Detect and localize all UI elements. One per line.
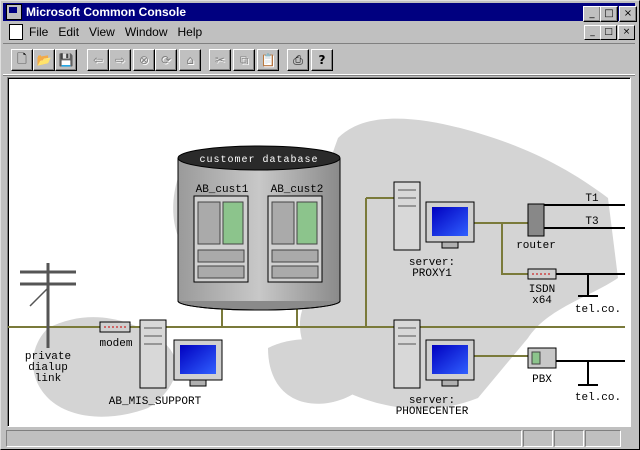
monitor-icon[interactable]: [425, 339, 475, 387]
new-button[interactable]: 🗋: [11, 49, 33, 71]
rack-server-icon[interactable]: [267, 195, 323, 283]
scissors-icon: ✂: [214, 53, 226, 67]
forward-button[interactable]: ⇨: [109, 49, 131, 71]
router-label: router: [516, 240, 556, 252]
title-bar[interactable]: Microsoft Common Console: [3, 3, 635, 21]
isdn-speed-label: x64: [532, 295, 552, 307]
private-link-label: link: [35, 373, 62, 385]
help-button[interactable]: ?: [311, 49, 333, 71]
maximize-button[interactable]: □: [600, 6, 618, 22]
tower-server-icon[interactable]: [393, 319, 421, 389]
home-button[interactable]: ⌂: [179, 49, 201, 71]
status-bar: [3, 429, 635, 447]
menu-edit[interactable]: Edit: [58, 25, 79, 39]
folder-icon: 📂: [36, 53, 52, 67]
modem-icon[interactable]: [99, 321, 131, 333]
stop-button[interactable]: ⊗: [133, 49, 155, 71]
forward-arrow-icon: ⇨: [114, 53, 126, 67]
monitor-icon[interactable]: [425, 201, 475, 249]
tower-server-icon[interactable]: [393, 181, 421, 251]
telco-label: tel.co.: [575, 392, 621, 404]
server-ab-cust1-label: AB_cust1: [196, 184, 249, 196]
document-icon[interactable]: [9, 24, 23, 40]
phonecenter-name-label: PHONECENTER: [396, 406, 469, 418]
monitor-icon[interactable]: [173, 339, 223, 387]
database-label: customer database: [199, 154, 318, 166]
mdi-minimize-button[interactable]: _: [584, 25, 601, 40]
print-button[interactable]: ⎙: [287, 49, 309, 71]
network-diagram-canvas[interactable]: customer database AB_cust1 AB_cust2 serv…: [7, 77, 631, 427]
copy-icon: ⧉: [239, 52, 249, 67]
minimize-button[interactable]: _: [583, 6, 601, 22]
menu-view[interactable]: View: [89, 25, 115, 39]
paste-button[interactable]: 📋: [257, 49, 279, 71]
home-icon: ⌂: [186, 53, 194, 67]
tower-server-icon[interactable]: [139, 319, 167, 389]
isdn-modem-icon[interactable]: [527, 268, 557, 280]
toolbar: 🗋 📂 💾 ⇦ ⇨ ⊗ ⟳ ⌂ ✂ ⧉ 📋 ⎙ ?: [3, 43, 635, 75]
modem-label: modem: [99, 338, 132, 350]
status-cell: [554, 430, 584, 447]
pbx-icon[interactable]: [527, 347, 557, 369]
close-button[interactable]: ×: [619, 6, 637, 22]
menu-window[interactable]: Window: [125, 25, 168, 39]
floppy-icon: 💾: [58, 53, 74, 67]
printer-icon: ⎙: [293, 52, 303, 67]
router-icon[interactable]: [527, 203, 545, 237]
status-cell-main: [6, 430, 522, 447]
new-doc-icon: 🗋: [17, 51, 27, 66]
help-question-icon: ?: [318, 53, 326, 67]
mis-support-label: AB_MIS_SUPPORT: [109, 396, 202, 408]
window-title: Microsoft Common Console: [26, 5, 187, 19]
status-cell: [523, 430, 553, 447]
refresh-button[interactable]: ⟳: [155, 49, 177, 71]
telco-label: tel.co.: [575, 304, 621, 316]
save-button[interactable]: 💾: [55, 49, 77, 71]
cut-button[interactable]: ✂: [209, 49, 231, 71]
proxy-name-label: PROXY1: [412, 268, 452, 280]
back-button[interactable]: ⇦: [87, 49, 109, 71]
pbx-label: PBX: [532, 374, 552, 386]
server-ab-cust2-label: AB_cust2: [271, 184, 324, 196]
menu-help[interactable]: Help: [178, 25, 203, 39]
rack-server-icon[interactable]: [193, 195, 249, 283]
copy-button[interactable]: ⧉: [233, 49, 255, 71]
status-cell: [585, 430, 621, 447]
back-arrow-icon: ⇦: [92, 53, 104, 67]
clipboard-icon: 📋: [260, 53, 276, 67]
open-button[interactable]: 📂: [33, 49, 55, 71]
menu-bar: File Edit View Window Help: [3, 22, 635, 42]
network-diagram: customer database AB_cust1 AB_cust2 serv…: [8, 118, 625, 418]
mdi-restore-button[interactable]: □: [600, 25, 617, 40]
t3-line-label: T3: [585, 216, 598, 228]
menu-file[interactable]: File: [29, 25, 48, 39]
mdi-close-button[interactable]: ×: [618, 25, 635, 40]
refresh-icon: ⟳: [160, 53, 172, 67]
main-window: Microsoft Common Console _ □ × File Edit…: [0, 0, 640, 450]
console-app-icon[interactable]: [6, 4, 22, 20]
t1-line-label: T1: [585, 193, 599, 205]
stop-icon: ⊗: [138, 53, 150, 67]
